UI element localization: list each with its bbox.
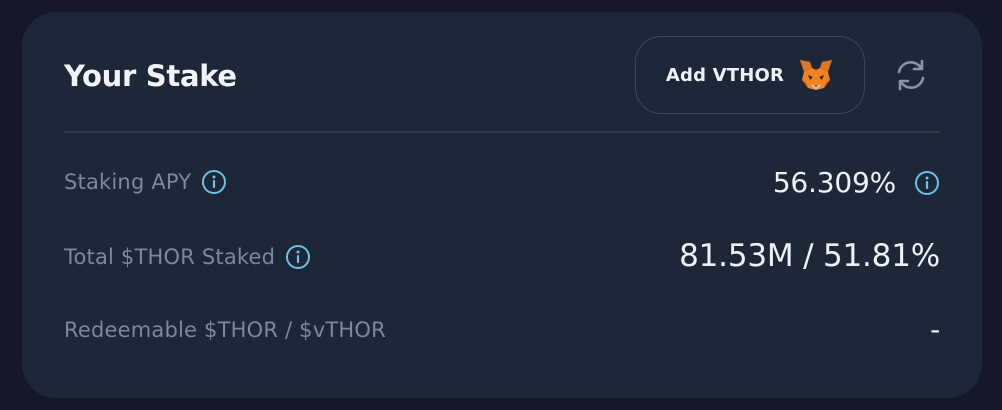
add-vthor-label: Add VTHOR (665, 64, 785, 86)
metamask-fox-icon (800, 60, 833, 90)
total-thor-staked-value-row: 81.53M / 51.81% (679, 238, 940, 274)
add-vthor-button[interactable]: Add VTHOR (635, 36, 865, 114)
card-title: Your Stake (64, 59, 237, 93)
your-stake-card: Your Stake Add VTHOR Staking APY 56.309%… (22, 12, 982, 398)
info-icon[interactable] (285, 244, 311, 270)
staking-apy-label-row: Staking APY (64, 167, 227, 197)
redeemable-label: Redeemable $THOR / $vTHOR (64, 318, 386, 342)
info-icon[interactable] (914, 170, 940, 196)
divider (64, 131, 940, 133)
redeemable-value: - (930, 313, 940, 346)
info-icon[interactable] (201, 169, 227, 195)
staking-apy-label: Staking APY (64, 170, 192, 194)
total-thor-staked-label: Total $THOR Staked (64, 245, 276, 269)
staking-apy-value: 56.309% (772, 166, 896, 199)
redeemable-value-row: - (930, 312, 940, 348)
redeemable-label-row: Redeemable $THOR / $vTHOR (64, 315, 386, 345)
total-thor-staked-value: 81.53M / 51.81% (679, 238, 940, 274)
total-thor-staked-label-row: Total $THOR Staked (64, 242, 311, 272)
staking-apy-value-row: 56.309% (773, 165, 940, 201)
refresh-icon[interactable] (894, 58, 928, 92)
